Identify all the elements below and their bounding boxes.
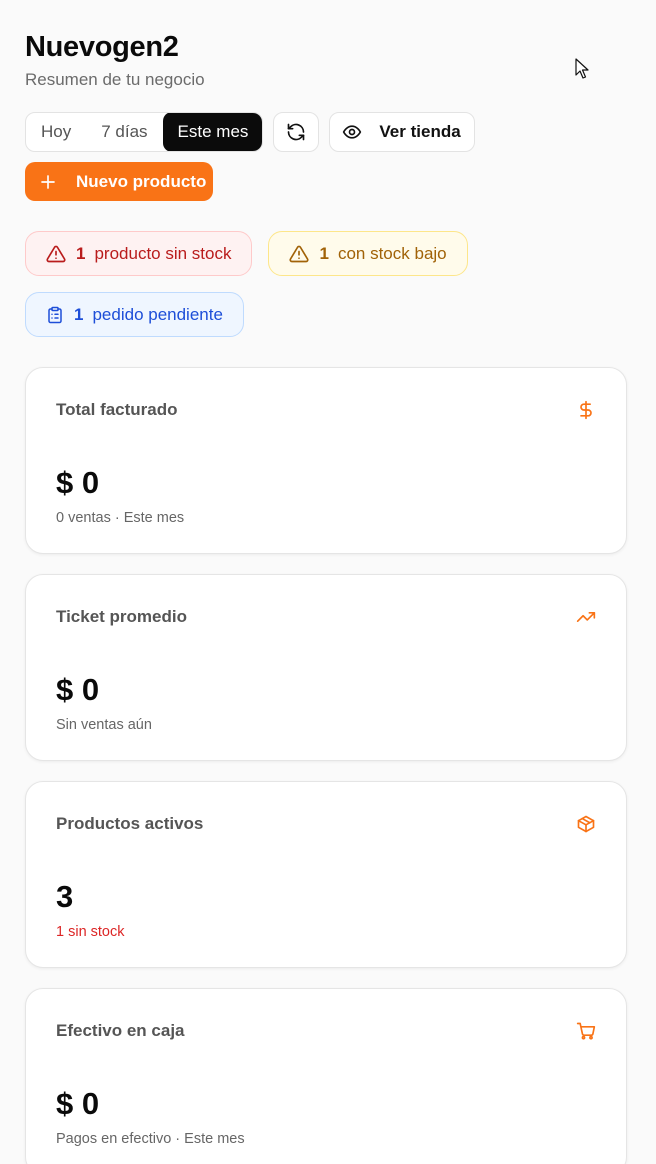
eye-icon	[343, 125, 362, 139]
page-subtitle: Resumen de tu negocio	[25, 70, 205, 89]
range-tab-this-month[interactable]: Este mes	[162, 113, 263, 151]
mouse-cursor-icon	[575, 58, 589, 79]
stat-card-average-ticket: Ticket promedio $ 0 Sin ventas aún	[25, 574, 627, 761]
warning-triangle-icon	[46, 245, 66, 262]
stat-subtext: 1 sin stock	[56, 924, 125, 940]
alert-count: 1	[319, 243, 329, 263]
alert-text: con stock bajo	[337, 243, 447, 263]
refresh-icon	[288, 123, 305, 141]
stat-subtext: Pagos en efectivo · Este mes	[56, 1131, 245, 1147]
page-header: Nuevogen2 Resumen de tu negocio	[25, 0, 631, 91]
alert-out-of-stock[interactable]: 1 producto sin stock	[25, 231, 253, 276]
stat-card-active-products: Productos activos 3 1 sin stock	[25, 781, 627, 968]
stat-label: Ticket promedio	[56, 607, 187, 626]
alerts-bar: 1 producto sin stock 1 con stock bajo 1 …	[25, 231, 631, 353]
dollar-icon	[580, 400, 592, 420]
view-store-label: Ver tienda	[379, 122, 461, 141]
cart-icon	[576, 1022, 596, 1040]
dashboard-page: Nuevogen2 Resumen de tu negocio Hoy 7 dí…	[0, 0, 656, 1164]
clipboard-list-icon	[48, 306, 62, 323]
date-range-selector: Hoy 7 días Este mes	[25, 112, 264, 152]
stat-value: $ 0	[56, 672, 100, 707]
range-tab-7-days[interactable]: 7 días	[86, 113, 162, 151]
toolbar: Hoy 7 días Este mes Ver tienda	[25, 112, 631, 152]
stat-label: Productos activos	[56, 814, 204, 833]
package-icon	[577, 815, 595, 833]
stat-value: 3	[56, 879, 74, 914]
alert-text: producto sin stock	[94, 243, 232, 263]
refresh-button[interactable]	[273, 112, 320, 152]
range-tab-today[interactable]: Hoy	[26, 113, 86, 151]
warning-triangle-icon	[289, 245, 310, 262]
stat-value: $ 0	[56, 465, 100, 500]
stat-subtext: Sin ventas aún	[56, 717, 152, 733]
alert-count: 1	[74, 304, 84, 324]
stats-cards: Total facturado $ 0 0 ventas · Este mes …	[25, 367, 631, 1164]
alert-low-stock[interactable]: 1 con stock bajo	[268, 231, 468, 276]
stat-label: Efectivo en caja	[56, 1021, 185, 1040]
new-product-button[interactable]: Nuevo producto	[25, 162, 213, 201]
stat-card-total-billed: Total facturado $ 0 0 ventas · Este mes	[25, 367, 627, 554]
alert-pending-orders[interactable]: 1 pedido pendiente	[25, 292, 244, 337]
alert-count: 1	[76, 243, 86, 263]
new-product-label: Nuevo producto	[76, 171, 207, 191]
stat-card-cash-on-hand: Efectivo en caja $ 0 Pagos en efectivo ·…	[25, 988, 627, 1164]
page-title: Nuevogen2	[25, 31, 179, 63]
view-store-button[interactable]: Ver tienda	[329, 112, 475, 152]
plus-icon	[41, 174, 55, 189]
alert-text: pedido pendiente	[92, 304, 223, 324]
stat-subtext: 0 ventas · Este mes	[56, 510, 185, 526]
trending-up-icon	[576, 612, 596, 622]
stat-label: Total facturado	[56, 400, 178, 419]
stat-value: $ 0	[56, 1086, 100, 1121]
